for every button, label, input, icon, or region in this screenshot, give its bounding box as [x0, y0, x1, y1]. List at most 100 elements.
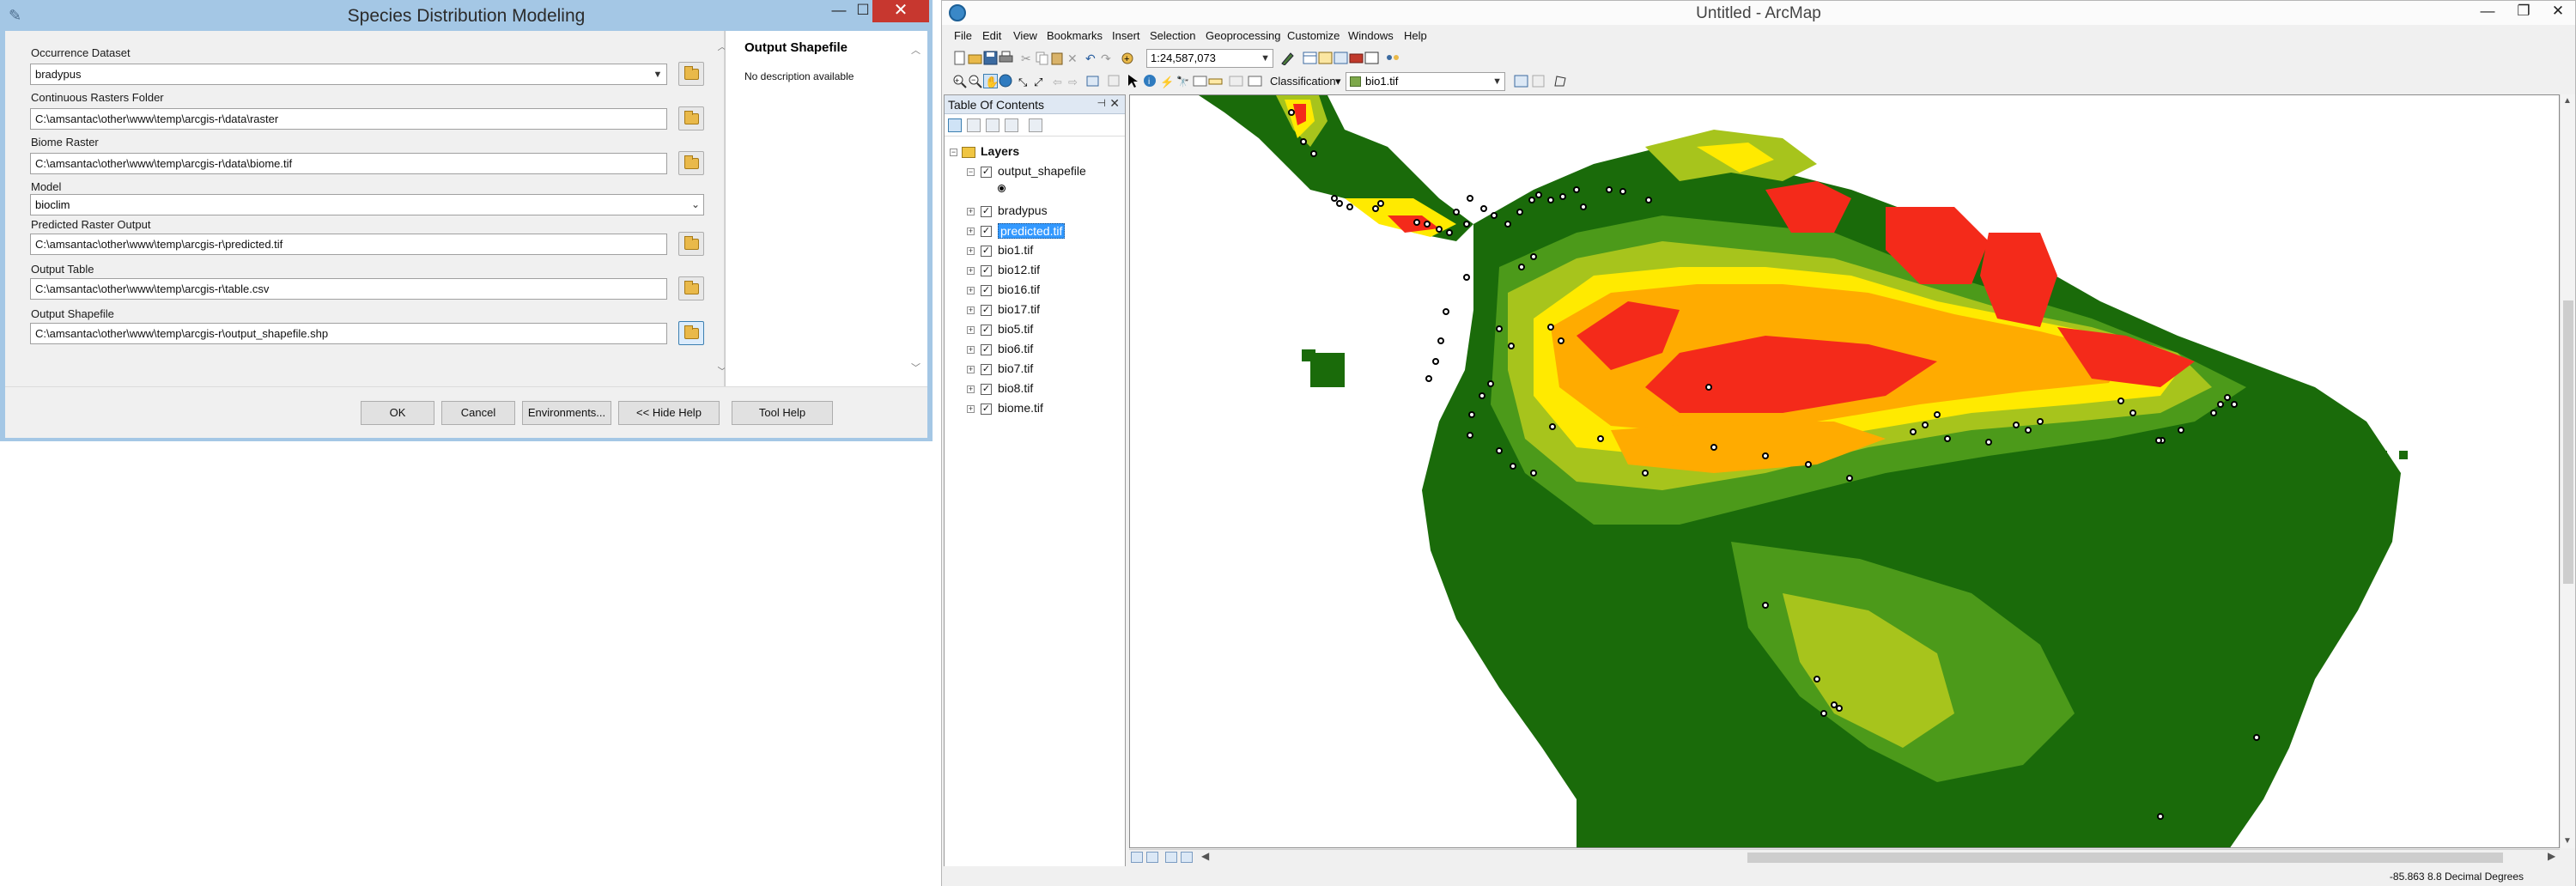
shapefile-browse-button[interactable]: [678, 321, 704, 345]
expand-icon[interactable]: +: [967, 326, 975, 334]
layer-visibility-checkbox[interactable]: ✓: [981, 404, 992, 415]
select-features-icon[interactable]: [1086, 74, 1101, 88]
back-extent-icon[interactable]: ⇦: [1052, 74, 1066, 88]
layout-view-icon[interactable]: [1146, 852, 1158, 863]
draw-polygon-icon[interactable]: [1553, 74, 1568, 88]
model-select[interactable]: bioclim ⌄: [30, 194, 704, 215]
zoom-in-icon[interactable]: +: [952, 74, 967, 88]
data-frame-label[interactable]: Layers: [981, 144, 1019, 158]
close-button[interactable]: ✕: [2541, 1, 2575, 23]
toc-layer-bio8[interactable]: bio8.tif: [998, 381, 1033, 395]
map-display[interactable]: [1129, 94, 2560, 848]
scroll-down-icon[interactable]: ▼: [2563, 836, 2572, 846]
pan-icon[interactable]: ✋: [983, 74, 999, 88]
layer-visibility-checkbox[interactable]: ✓: [981, 305, 992, 316]
collapse-icon[interactable]: −: [967, 168, 975, 176]
menu-file[interactable]: File: [954, 29, 972, 42]
toc-options-icon[interactable]: [1029, 118, 1042, 132]
print-icon[interactable]: [999, 51, 1013, 65]
search-window-icon[interactable]: [1334, 51, 1348, 65]
python-window-icon[interactable]: [1364, 51, 1379, 65]
delete-icon[interactable]: ✕: [1066, 51, 1080, 65]
histogram-icon[interactable]: [1514, 74, 1528, 88]
find-route-icon[interactable]: [1193, 74, 1207, 88]
refresh-icon[interactable]: [1165, 852, 1177, 863]
expand-icon[interactable]: +: [967, 385, 975, 393]
new-document-icon[interactable]: [952, 51, 967, 65]
toc-layer-bradypus[interactable]: bradypus: [998, 203, 1048, 217]
copy-icon[interactable]: [1035, 51, 1049, 65]
full-extent-icon[interactable]: [999, 74, 1013, 88]
layer-visibility-checkbox[interactable]: ✓: [981, 344, 992, 355]
collapse-icon[interactable]: −: [950, 149, 957, 156]
zoom-out-icon[interactable]: −: [968, 74, 982, 88]
layer-visibility-checkbox[interactable]: ✓: [981, 206, 992, 217]
menu-view[interactable]: View: [1013, 29, 1037, 42]
toc-layer-bio5[interactable]: bio5.tif: [998, 322, 1033, 336]
cut-icon[interactable]: ✂: [1019, 51, 1034, 65]
save-icon[interactable]: [983, 51, 998, 65]
undo-icon[interactable]: ↶: [1084, 51, 1099, 65]
map-vertical-scrollbar[interactable]: ▲ ▼: [2560, 94, 2575, 848]
biome-input[interactable]: C:\amsantac\other\www\temp\arcgis-r\data…: [30, 153, 667, 174]
close-button[interactable]: ✕: [872, 0, 929, 22]
scroll-up-icon[interactable]: ▲: [2563, 96, 2572, 106]
toc-layer-bio17[interactable]: bio17.tif: [998, 302, 1040, 316]
menu-bookmarks[interactable]: Bookmarks: [1047, 29, 1103, 42]
occurrence-browse-button[interactable]: [678, 62, 704, 86]
hide-help-button[interactable]: << Hide Help: [618, 401, 720, 425]
table-browse-button[interactable]: [678, 276, 704, 300]
arctoolbox-icon[interactable]: [1349, 51, 1364, 65]
catalog-window-icon[interactable]: [1318, 51, 1333, 65]
horizontal-scrollbar-thumb[interactable]: [1747, 853, 2503, 863]
toc-layer-bio12[interactable]: bio12.tif: [998, 263, 1040, 276]
chevron-down-icon[interactable]: ▾: [1335, 75, 1341, 88]
map-scale-combo[interactable]: 1:24,587,073 ▼: [1146, 49, 1273, 68]
occurrence-combo[interactable]: bradypus ▼: [30, 64, 667, 85]
scroll-left-icon[interactable]: ◀: [1201, 850, 1209, 862]
tool-help-button[interactable]: Tool Help: [732, 401, 833, 425]
cancel-button[interactable]: Cancel: [441, 401, 515, 425]
pause-drawing-icon[interactable]: [1181, 852, 1193, 863]
toc-layer-output-shapefile[interactable]: output_shapefile: [998, 164, 1086, 178]
menu-edit[interactable]: Edit: [982, 29, 1001, 42]
identify-icon[interactable]: i: [1143, 74, 1157, 88]
layer-visibility-checkbox[interactable]: ✓: [981, 246, 992, 257]
model-builder-icon[interactable]: [1385, 51, 1400, 65]
environments-button[interactable]: Environments...: [522, 401, 611, 425]
layer-visibility-checkbox[interactable]: ✓: [981, 265, 992, 276]
table-of-contents-icon[interactable]: [1303, 51, 1317, 65]
close-icon[interactable]: ✕: [1109, 96, 1120, 111]
arcmap-titlebar[interactable]: Untitled - ArcMap — ❐ ✕: [942, 1, 2575, 25]
menu-selection[interactable]: Selection: [1150, 29, 1195, 42]
expand-icon[interactable]: +: [967, 267, 975, 275]
predicted-browse-button[interactable]: [678, 232, 704, 256]
rasters-input[interactable]: C:\amsantac\other\www\temp\arcgis-r\data…: [30, 108, 667, 130]
measure-icon[interactable]: [1208, 74, 1223, 88]
biome-browse-button[interactable]: [678, 151, 704, 175]
expand-icon[interactable]: +: [967, 287, 975, 294]
layer-visibility-checkbox[interactable]: ✓: [981, 384, 992, 395]
classify-icon[interactable]: [1531, 74, 1546, 88]
list-by-selection-icon[interactable]: [1005, 118, 1018, 132]
expand-icon[interactable]: +: [967, 247, 975, 255]
expand-icon[interactable]: +: [967, 228, 975, 235]
open-icon[interactable]: [968, 51, 982, 65]
find-icon[interactable]: 🔭: [1176, 74, 1190, 88]
predicted-input[interactable]: C:\amsantac\other\www\temp\arcgis-r\pred…: [30, 234, 667, 255]
active-layer-combo[interactable]: bio1.tif ▼: [1346, 72, 1505, 91]
ok-button[interactable]: OK: [361, 401, 434, 425]
data-view-icon[interactable]: [1131, 852, 1143, 863]
menu-geoprocessing[interactable]: Geoprocessing: [1206, 29, 1280, 42]
list-by-visibility-icon[interactable]: [986, 118, 999, 132]
toc-layer-bio1[interactable]: bio1.tif: [998, 243, 1033, 257]
restore-button[interactable]: ❐: [2506, 1, 2541, 23]
paste-icon[interactable]: [1050, 51, 1065, 65]
expand-icon[interactable]: +: [967, 208, 975, 215]
redo-icon[interactable]: ↷: [1100, 51, 1115, 65]
scroll-down-icon[interactable]: ﹀: [911, 361, 920, 374]
hyperlink-icon[interactable]: [1229, 74, 1243, 88]
table-input[interactable]: C:\amsantac\other\www\temp\arcgis-r\tabl…: [30, 278, 667, 300]
add-data-icon[interactable]: +: [1121, 51, 1135, 65]
menu-help[interactable]: Help: [1404, 29, 1427, 42]
